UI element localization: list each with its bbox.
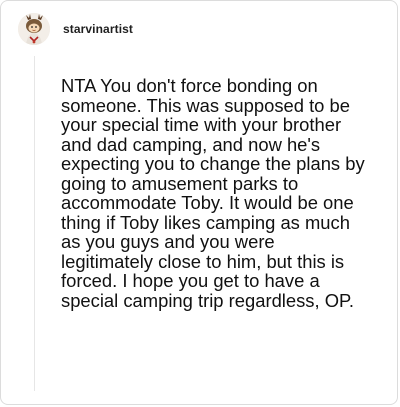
comment-body: NTA You don't force bonding on someone. …: [61, 75, 365, 311]
username[interactable]: starvinartist: [63, 22, 133, 36]
comment-header: starvinartist: [18, 13, 133, 45]
cartoon-character-avatar-icon: [18, 13, 50, 45]
avatar[interactable]: [18, 13, 50, 45]
thread-line[interactable]: [34, 56, 35, 391]
